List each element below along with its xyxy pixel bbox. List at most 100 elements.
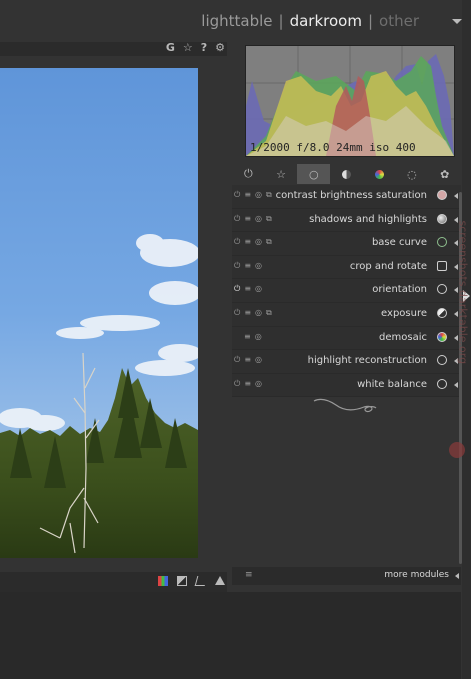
shadows-icon (437, 213, 447, 224)
softproof-icon[interactable] (194, 576, 208, 586)
highlight-icon (437, 355, 447, 366)
module-label: contrast brightness saturation (275, 190, 427, 201)
module-label: highlight reconstruction (307, 355, 427, 367)
presets-icon[interactable]: ≡ (244, 237, 251, 247)
view-lighttable[interactable]: lighttable (201, 12, 272, 30)
reset-icon[interactable]: ◎ (255, 332, 262, 341)
top-bar: lighttable | darkroom | other (0, 0, 471, 42)
contrast-icon (437, 190, 447, 200)
expand-icon[interactable] (454, 193, 458, 199)
module-contrast-brightness-saturation[interactable]: ⏻ ≡ ◎ ⧉ contrast brightness saturation (232, 185, 461, 209)
module-power-icon[interactable]: ⏻ (234, 355, 240, 365)
presets-icon[interactable]: ≡ (244, 355, 251, 365)
presets-icon[interactable]: ≡ (244, 214, 251, 224)
view-darkroom[interactable]: darkroom (290, 12, 362, 30)
module-shadows-and-highlights[interactable]: ⏻ ≡ ◎ ⧉ shadows and highlights (232, 208, 461, 233)
overexposed-icon[interactable] (177, 576, 187, 586)
multi-instance-icon[interactable]: ⧉ (266, 308, 272, 318)
more-modules-label: more modules (384, 570, 449, 580)
presets-icon[interactable]: ≡ (244, 284, 251, 294)
reset-icon[interactable]: ◎ (255, 214, 262, 224)
reset-icon[interactable]: ◎ (255, 355, 262, 365)
exposure-icon (437, 307, 447, 318)
module-power-icon[interactable]: ⏻ (234, 261, 240, 271)
module-orientation[interactable]: ⏻ ≡ ◎ orientation (232, 279, 461, 303)
reset-icon[interactable]: ◎ (255, 237, 262, 247)
histogram[interactable]: 1/2000 f/8.0 24mm iso 400 (245, 45, 455, 157)
module-label: crop and rotate (349, 260, 427, 272)
module-power-icon[interactable]: ⏻ (234, 284, 240, 294)
exif-info: 1/2000 f/8.0 24mm iso 400 (250, 141, 416, 154)
module-label: orientation (372, 284, 427, 296)
gear-icon[interactable]: ⚙ (215, 41, 225, 54)
reset-icon[interactable]: ◎ (255, 379, 262, 389)
module-power-icon[interactable]: ⏻ (234, 190, 240, 200)
color-icon (374, 169, 384, 179)
module-base-curve[interactable]: ⏻ ≡ ◎ ⧉ base curve (232, 232, 461, 256)
module-group-tabs: ⏻ ☆ ○ ◌ ✿ (232, 164, 461, 184)
module-power-icon[interactable]: ⏻ (234, 379, 240, 389)
module-white-balance[interactable]: ⏻ ≡ ◎ white balance (232, 373, 461, 398)
presets-icon[interactable]: ≡ (244, 332, 251, 341)
more-modules-bar[interactable]: ≡ more modules (232, 567, 461, 585)
module-list: ⏻ ≡ ◎ ⧉ contrast brightness saturation ⏻ ≡ ◎ ⧉… (232, 185, 461, 398)
crop-icon (437, 260, 447, 271)
watermark-logo-icon (449, 442, 465, 458)
group-tone[interactable] (330, 164, 363, 184)
watermark: screenshots.darktable.org (454, 220, 470, 432)
watermark-text: screenshots.darktable.org (456, 220, 470, 365)
circle-icon: ○ (308, 167, 319, 181)
view-separator: | (278, 12, 284, 30)
tone-icon (342, 169, 352, 179)
presets-icon[interactable]: ≡ (244, 379, 251, 389)
curve-icon (437, 237, 447, 248)
reset-icon[interactable]: ◎ (255, 261, 262, 271)
divider-ornament (313, 398, 377, 413)
presets-icon[interactable]: ≡ (244, 190, 251, 200)
view-switcher: lighttable | darkroom | other (201, 12, 419, 30)
module-power-icon[interactable]: ⏻ (234, 237, 240, 247)
collapse-top-icon[interactable] (452, 19, 462, 24)
module-crop-and-rotate[interactable]: ⏻ ≡ ◎ crop and rotate (232, 255, 461, 280)
right-panel: 1/2000 f/8.0 24mm iso 400 ⏻ ☆ ○ ◌ ✿ ⏻ ≡ ◎ ⧉… (232, 42, 461, 592)
module-label: base curve (371, 237, 427, 249)
module-highlight-reconstruction[interactable]: ⏻ ≡ ◎ highlight reconstruction (232, 350, 461, 374)
center-footer (0, 572, 227, 592)
white-balance-icon (437, 378, 447, 389)
view-other[interactable]: other (379, 12, 419, 30)
reset-icon[interactable]: ◎ (255, 308, 262, 318)
filmstrip-panel[interactable] (0, 592, 461, 679)
group-correct[interactable]: ◌ (396, 164, 429, 184)
multi-instance-icon[interactable]: ⧉ (266, 214, 272, 224)
presets-icon[interactable]: ≡ (244, 308, 251, 318)
group-favorites[interactable]: ☆ (265, 164, 298, 184)
module-power-icon[interactable]: ⏻ (234, 214, 240, 224)
view-separator: | (367, 12, 374, 30)
correct-icon: ◌ (407, 167, 417, 181)
center-toolbar: G ☆ ? ⚙ (0, 41, 227, 56)
gamut-check-icon[interactable] (215, 576, 225, 585)
help-icon[interactable]: ? (201, 41, 207, 54)
image-canvas[interactable] (0, 68, 198, 558)
center-view: G ☆ ? ⚙ (0, 41, 227, 592)
group-basic[interactable]: ○ (297, 164, 331, 184)
reset-icon[interactable]: ◎ (255, 284, 262, 294)
star-icon: ☆ (276, 167, 287, 181)
group-effect[interactable]: ✿ (428, 164, 461, 184)
module-exposure[interactable]: ⏻ ≡ ◎ ⧉ exposure (232, 302, 461, 327)
module-demosaic[interactable]: ≡ ◎ demosaic (232, 326, 461, 351)
star-overlay-icon[interactable]: ☆ (183, 41, 193, 54)
group-active-modules[interactable]: ⏻ (232, 164, 265, 184)
multi-instance-icon[interactable]: ⧉ (266, 237, 272, 247)
expand-icon[interactable] (455, 573, 459, 579)
presets-icon[interactable]: ≡ (244, 261, 251, 271)
orientation-icon (437, 284, 447, 295)
multi-instance-icon[interactable]: ⧉ (266, 190, 272, 200)
group-color[interactable] (363, 164, 396, 184)
effect-icon: ✿ (440, 167, 450, 181)
color-picker-icon[interactable] (158, 576, 168, 586)
module-power-icon[interactable]: ⏻ (234, 308, 240, 318)
reset-icon[interactable]: ◎ (255, 190, 262, 200)
more-modules-menu-icon: ≡ (245, 570, 253, 580)
grouping-icon[interactable]: G (166, 41, 175, 54)
